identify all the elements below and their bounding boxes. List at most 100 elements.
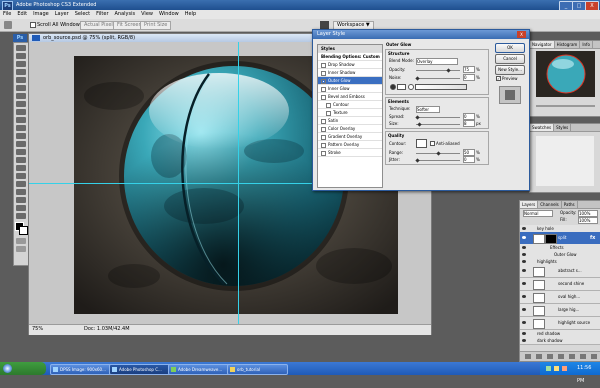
zoom-level[interactable]: 75%	[32, 326, 43, 332]
tab-navigator[interactable]: Navigator	[530, 41, 555, 48]
effect-item-drop-shadow[interactable]: Drop Shadow	[318, 61, 382, 69]
print-size-button[interactable]: Print Size	[140, 21, 172, 30]
dialog-close-button[interactable]: X	[517, 31, 526, 38]
gradient-tool-icon[interactable]	[16, 133, 26, 139]
noise-field[interactable]: 0	[463, 74, 475, 81]
effects-fx-icon[interactable]: fx	[590, 235, 595, 241]
visibility-eye-icon[interactable]	[522, 295, 526, 298]
hand-tool-icon[interactable]	[4, 21, 12, 29]
effect-item-satin[interactable]: Satin	[318, 117, 382, 125]
effect-item-contour[interactable]: Contour	[318, 101, 382, 109]
visibility-eye-icon[interactable]	[522, 260, 526, 263]
network-icon[interactable]	[546, 366, 551, 371]
swatch-grid[interactable]	[536, 136, 594, 186]
solid-color-radio[interactable]	[390, 84, 396, 90]
menu-edit[interactable]: Edit	[14, 10, 30, 19]
background-color-swatch[interactable]	[19, 226, 28, 235]
effect-item-bevel[interactable]: Bevel and Emboss	[318, 93, 382, 101]
effect-checkbox[interactable]	[321, 70, 326, 76]
scroll-all-checkbox[interactable]	[30, 22, 36, 28]
layer-row[interactable]: abstract s...	[520, 265, 600, 278]
stamp-tool-icon[interactable]	[16, 109, 26, 115]
layer-fill-field[interactable]: 100%	[578, 217, 598, 224]
size-field[interactable]: 8	[463, 120, 475, 127]
layer-blend-select[interactable]: Normal	[523, 210, 553, 217]
layer-opacity-field[interactable]: 100%	[578, 210, 598, 217]
tab-channels[interactable]: Channels	[538, 201, 562, 208]
volume-icon[interactable]	[554, 366, 559, 371]
taskbar-item[interactable]: Adobe Dreamweave...	[168, 364, 235, 375]
visibility-eye-icon[interactable]	[522, 253, 526, 256]
spread-slider[interactable]	[415, 115, 460, 120]
crop-tool-icon[interactable]	[16, 77, 26, 83]
size-slider[interactable]	[416, 122, 460, 127]
spread-slider-knob[interactable]	[415, 115, 420, 120]
contour-picker[interactable]	[416, 139, 427, 148]
eyedropper-tool-icon[interactable]	[16, 197, 26, 203]
notes-tool-icon[interactable]	[16, 189, 26, 195]
effect-checkbox[interactable]	[326, 110, 331, 116]
effect-item-pattern-overlay[interactable]: Pattern Overlay	[318, 141, 382, 149]
security-icon[interactable]	[562, 366, 567, 371]
layer-group-row[interactable]: dark shadow	[520, 337, 600, 345]
tab-swatches[interactable]: Swatches	[530, 124, 555, 131]
jitter-slider[interactable]	[415, 158, 460, 163]
navigator-zoom-slider[interactable]	[536, 105, 595, 107]
blend-mode-select[interactable]: Overlay	[416, 58, 458, 65]
preview-checkbox[interactable]: ✓	[496, 76, 501, 81]
layer-row[interactable]: oval high...	[520, 291, 600, 304]
move-tool-icon[interactable]	[16, 45, 26, 51]
effect-checkbox[interactable]	[321, 142, 326, 148]
tab-info[interactable]: Info	[580, 41, 593, 48]
visibility-eye-icon[interactable]	[522, 321, 526, 324]
quick-mask-icon[interactable]	[16, 238, 26, 244]
size-slider-knob[interactable]	[417, 122, 422, 127]
effect-item-outer-glow[interactable]: Outer Glow	[318, 77, 382, 85]
opacity-slider[interactable]	[416, 68, 460, 73]
shape-tool-icon[interactable]	[16, 181, 26, 187]
menu-image[interactable]: Image	[30, 10, 52, 19]
spread-field[interactable]: 0	[463, 113, 475, 120]
tab-styles[interactable]: Styles	[554, 124, 572, 131]
glow-color-swatch[interactable]	[397, 84, 406, 90]
slice-tool-icon[interactable]	[16, 85, 26, 91]
noise-slider[interactable]	[415, 76, 460, 81]
effect-checkbox[interactable]	[321, 150, 326, 156]
lasso-tool-icon[interactable]	[16, 61, 26, 67]
effect-checkbox[interactable]	[321, 126, 326, 132]
range-slider[interactable]	[416, 151, 460, 156]
jitter-field[interactable]: 0	[463, 156, 475, 163]
menu-view[interactable]: View	[138, 10, 156, 19]
brush-tool-icon[interactable]	[16, 101, 26, 107]
history-brush-icon[interactable]	[16, 117, 26, 123]
styles-item[interactable]: Styles	[318, 45, 382, 53]
zoom-tool-icon[interactable]	[16, 213, 26, 219]
taskbar-item[interactable]: DPSS Image: 900x60...	[50, 364, 117, 375]
range-slider-knob[interactable]	[435, 151, 441, 156]
effect-item-inner-glow[interactable]: Inner Glow	[318, 85, 382, 93]
menu-help[interactable]: Help	[182, 10, 199, 19]
quick-select-tool-icon[interactable]	[16, 69, 26, 75]
blending-options-item[interactable]: Blending Options: Custom	[318, 53, 382, 61]
effect-checkbox[interactable]	[321, 86, 326, 92]
noise-slider-knob[interactable]	[415, 76, 420, 81]
menu-layer[interactable]: Layer	[52, 10, 72, 19]
add-style-icon[interactable]	[536, 354, 542, 359]
trash-icon[interactable]	[591, 354, 597, 359]
eraser-tool-icon[interactable]	[16, 125, 26, 131]
bridge-icon[interactable]	[320, 21, 329, 29]
adjustment-layer-icon[interactable]	[558, 354, 564, 359]
glow-gradient-picker[interactable]	[415, 84, 467, 90]
effect-item-inner-shadow[interactable]: Inner Shadow	[318, 69, 382, 77]
layer-row[interactable]: highlight source	[520, 317, 600, 330]
menu-file[interactable]: File	[0, 10, 14, 19]
hand-tool-icon[interactable]	[16, 205, 26, 211]
tab-layers[interactable]: Layers	[520, 201, 539, 208]
menu-window[interactable]: Window	[156, 10, 182, 19]
start-button[interactable]	[0, 362, 46, 375]
effect-checkbox[interactable]	[326, 102, 331, 108]
navigator-thumbnail[interactable]	[536, 51, 595, 97]
visibility-eye-icon[interactable]	[522, 269, 526, 272]
jitter-slider-knob[interactable]	[415, 158, 420, 163]
marquee-tool-icon[interactable]	[16, 53, 26, 59]
